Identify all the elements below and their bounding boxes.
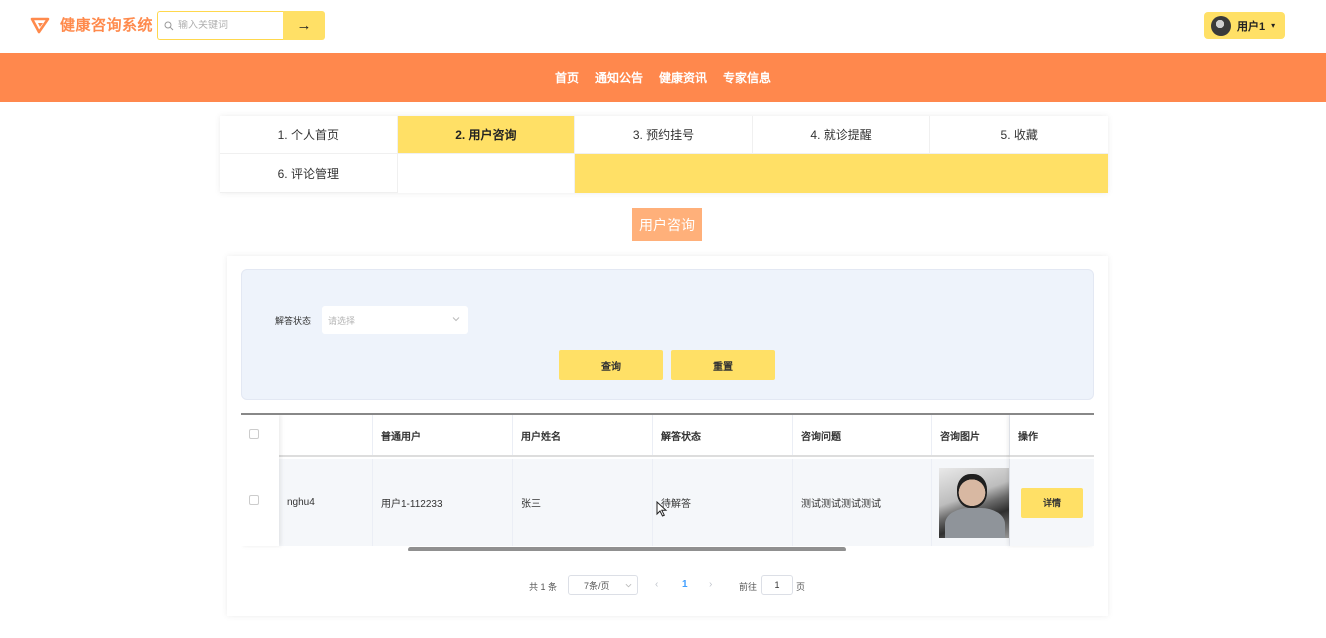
app-title: 健康咨询系统 bbox=[60, 17, 154, 34]
header-status[interactable]: 解答状态 bbox=[653, 415, 793, 455]
search-field[interactable] bbox=[157, 11, 283, 40]
header-image[interactable]: 咨询图片 bbox=[932, 415, 1010, 455]
pagination: 共 1 条 7条/页 ‹ 1 › 前往 1 页 bbox=[227, 575, 1108, 595]
page-size-select[interactable]: 7条/页 bbox=[568, 575, 638, 595]
header-user[interactable]: 普通用户 bbox=[373, 415, 513, 455]
page-number-current[interactable]: 1 bbox=[682, 579, 688, 590]
filter-label: 解答状态 bbox=[275, 316, 312, 326]
chevron-down-icon bbox=[452, 317, 460, 322]
header-name[interactable]: 用户姓名 bbox=[513, 415, 653, 455]
nav-item-experts[interactable]: 专家信息 bbox=[723, 69, 771, 86]
consult-photo[interactable] bbox=[939, 467, 1009, 538]
tab-fill-area bbox=[575, 154, 1108, 193]
tab-personal-home[interactable]: 1. 个人首页 bbox=[220, 116, 398, 154]
filter-panel: 解答状态 请选择 查询 重置 bbox=[241, 269, 1094, 400]
pagination-total: 共 1 条 bbox=[529, 582, 558, 592]
mouse-cursor-icon bbox=[656, 501, 668, 517]
search-button[interactable]: → bbox=[283, 11, 325, 40]
consult-card: 解答状态 请选择 查询 重置 普通用户 用户姓名 解答状态 咨询问题 咨询图片 … bbox=[227, 256, 1108, 616]
tab-user-consult[interactable]: 2. 用户咨询 bbox=[397, 116, 576, 154]
main-nav: 首页 通知公告 健康资讯 专家信息 bbox=[0, 53, 1326, 102]
select-all-checkbox[interactable] bbox=[249, 429, 259, 439]
top-bar: 健康咨询系统 → 用户1 ▾ bbox=[0, 0, 1326, 53]
status-select[interactable]: 请选择 bbox=[322, 306, 468, 334]
cell-question: 测试测试测试测试 bbox=[793, 459, 932, 546]
detail-button[interactable]: 详情 bbox=[1021, 487, 1083, 518]
avatar bbox=[1211, 15, 1231, 36]
logo-icon bbox=[30, 17, 50, 33]
header-action: 操作 bbox=[1010, 415, 1094, 457]
consult-table: 普通用户 用户姓名 解答状态 咨询问题 咨询图片 nghu4 用户1-11223… bbox=[241, 413, 1094, 551]
nav-item-health-news[interactable]: 健康资讯 bbox=[659, 69, 707, 86]
nav-item-notices[interactable]: 通知公告 bbox=[595, 69, 643, 86]
horizontal-scrollbar[interactable] bbox=[408, 547, 846, 551]
fixed-action-column: 操作 详情 bbox=[1010, 415, 1094, 546]
nav-item-home[interactable]: 首页 bbox=[555, 69, 579, 86]
cell-user: 用户1-112233 bbox=[373, 459, 513, 546]
next-page-button[interactable]: › bbox=[709, 579, 712, 590]
tab-visit-reminder[interactable]: 4. 就诊提醒 bbox=[752, 116, 931, 154]
chevron-down-icon: ▾ bbox=[1271, 21, 1276, 30]
reset-button[interactable]: 重置 bbox=[671, 350, 775, 380]
query-button[interactable]: 查询 bbox=[559, 350, 663, 380]
cell-action: 详情 bbox=[1010, 459, 1094, 546]
user-center-tabs: 1. 个人首页 2. 用户咨询 3. 预约挂号 4. 就诊提醒 5. 收藏 6.… bbox=[220, 116, 1108, 193]
row-checkbox[interactable] bbox=[249, 495, 259, 505]
table-header: 普通用户 用户姓名 解答状态 咨询问题 咨询图片 bbox=[241, 415, 1094, 457]
search-input[interactable] bbox=[178, 20, 278, 31]
tab-favorites[interactable]: 5. 收藏 bbox=[930, 116, 1108, 154]
chevron-down-icon bbox=[625, 583, 632, 588]
search-icon bbox=[164, 21, 174, 30]
goto-page-input[interactable]: 1 bbox=[761, 575, 793, 595]
photo-figure-head bbox=[957, 473, 987, 508]
prev-page-button[interactable]: ‹ bbox=[655, 579, 658, 590]
tab-comments[interactable]: 6. 评论管理 bbox=[220, 154, 398, 193]
cell-account: nghu4 bbox=[279, 459, 373, 546]
cell-image bbox=[932, 459, 1010, 546]
logo[interactable]: 健康咨询系统 bbox=[30, 14, 153, 35]
section-title: 用户咨询 bbox=[632, 208, 702, 241]
goto-label: 前往 bbox=[739, 582, 758, 592]
user-menu-button[interactable]: 用户1 ▾ bbox=[1204, 12, 1285, 39]
user-name: 用户1 bbox=[1237, 20, 1266, 33]
photo-figure-body bbox=[945, 507, 1005, 538]
goto-suffix: 页 bbox=[796, 582, 806, 592]
tab-appointment[interactable]: 3. 预约挂号 bbox=[575, 116, 753, 154]
status-select-placeholder: 请选择 bbox=[328, 315, 356, 326]
cell-status: 待解答 bbox=[653, 459, 793, 546]
header-account bbox=[279, 415, 373, 455]
tab-blank-cell bbox=[397, 154, 576, 193]
cell-name: 张三 bbox=[513, 459, 653, 546]
page-size-value: 7条/页 bbox=[584, 580, 610, 591]
fixed-select-column bbox=[241, 415, 279, 546]
header-question[interactable]: 咨询问题 bbox=[793, 415, 932, 455]
